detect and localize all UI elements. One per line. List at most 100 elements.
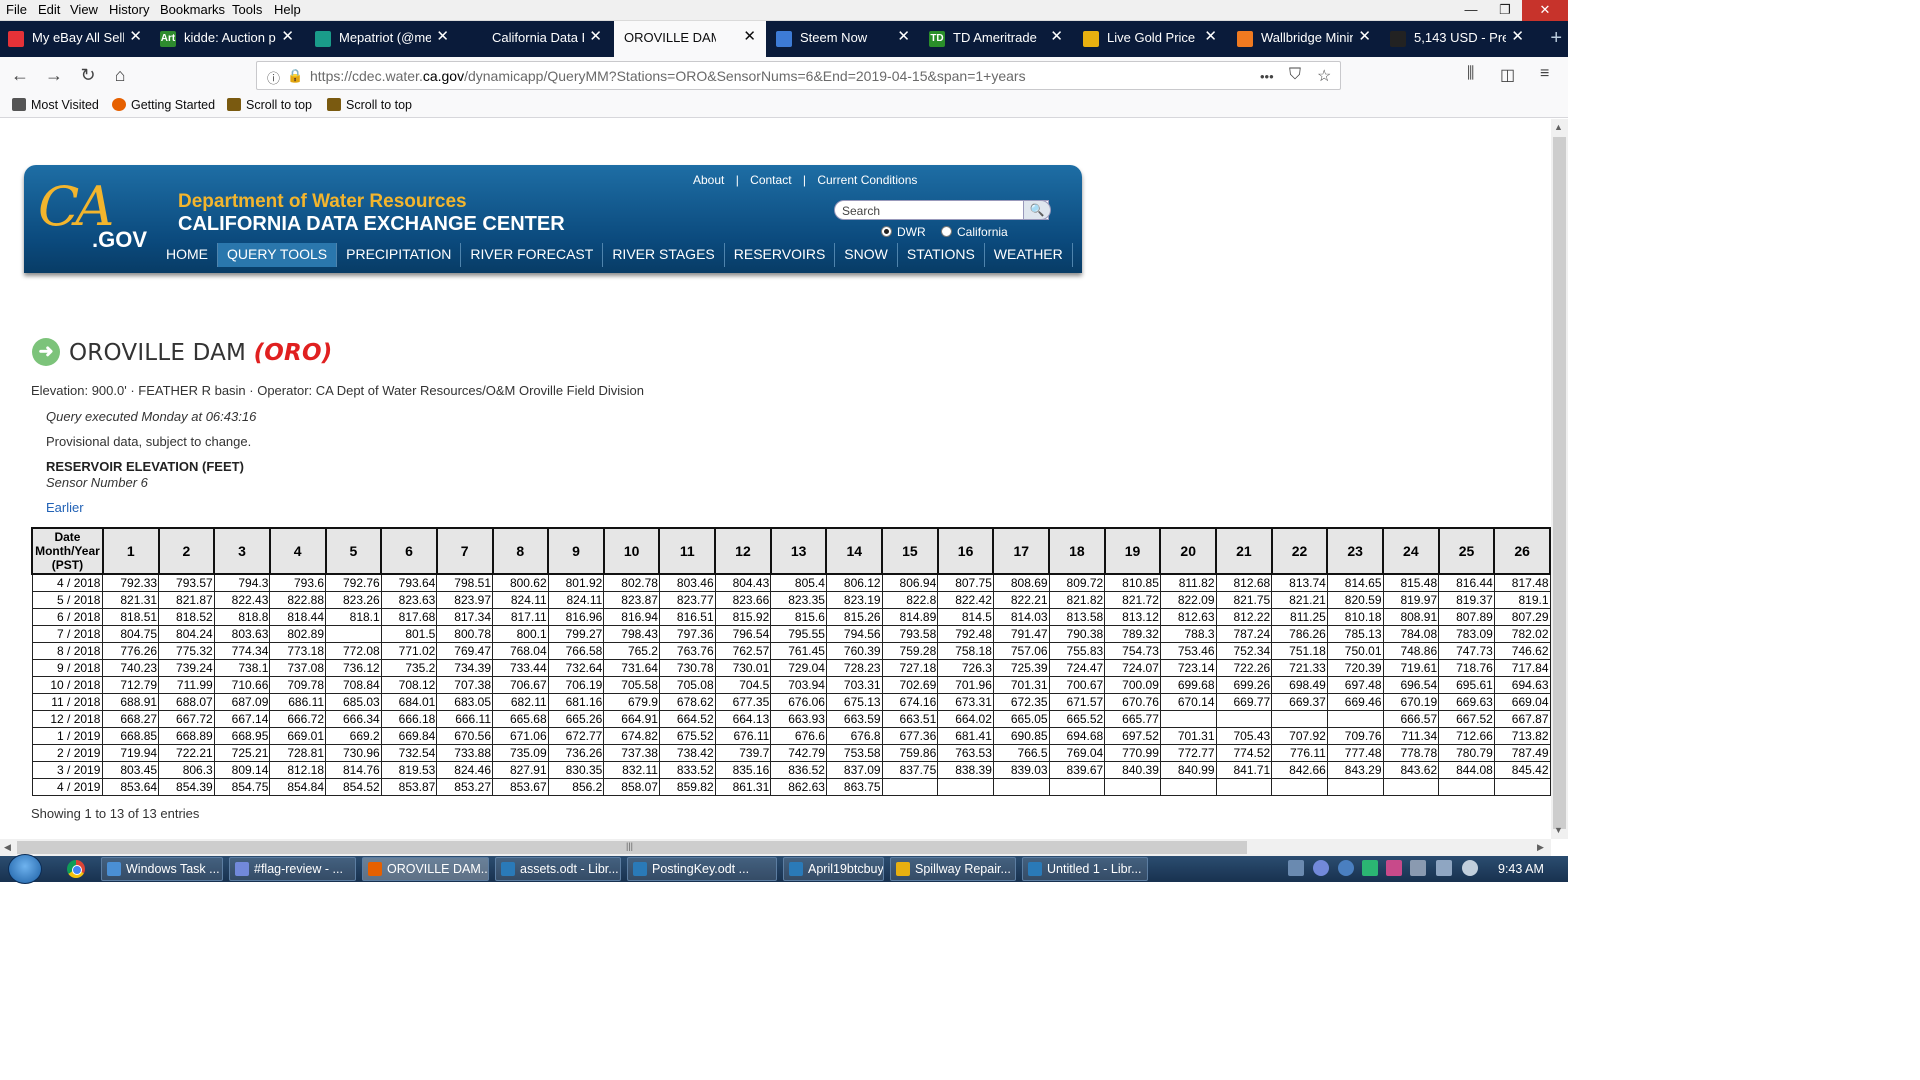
close-window-button[interactable]: ✕	[1522, 0, 1568, 21]
current-conditions-link[interactable]: Current Conditions	[817, 173, 917, 187]
day-column-header[interactable]: 4	[268, 527, 327, 575]
day-column-header[interactable]: 21	[1215, 527, 1273, 575]
nav-reservoirs[interactable]: RESERVOIRS	[725, 243, 836, 267]
tray-flag-icon[interactable]	[1410, 860, 1426, 876]
day-column-header[interactable]: 12	[714, 527, 772, 575]
nav-home[interactable]: HOME	[157, 243, 218, 267]
taskbar-app[interactable]: OROVILLE DAM...	[362, 857, 489, 881]
sidebar-icon[interactable]: ◫	[1500, 65, 1515, 85]
day-column-header[interactable]: 19	[1103, 527, 1162, 575]
radio-california[interactable]	[941, 226, 953, 237]
day-column-header[interactable]: 10	[602, 527, 661, 575]
menu-tools[interactable]: Tools	[232, 2, 262, 17]
bookmark-item[interactable]: Scroll to top	[327, 98, 412, 112]
forward-icon[interactable]: →	[40, 63, 68, 87]
home-icon[interactable]: ⌂	[106, 63, 134, 87]
tab-2[interactable]: Art kidde: Auction p ✕	[152, 21, 304, 56]
taskbar-app[interactable]: assets.odt - Libr...	[495, 857, 621, 881]
day-column-header[interactable]: 7	[435, 527, 494, 575]
day-column-header[interactable]: 20	[1159, 527, 1218, 575]
nav-river-forecast[interactable]: RIVER FORECAST	[461, 243, 604, 267]
tab-1[interactable]: My eBay All Selli ✕	[0, 21, 152, 56]
nav-query-tools[interactable]: QUERY TOOLS	[218, 243, 338, 267]
scroll-thumb[interactable]	[1553, 137, 1566, 829]
day-column-header[interactable]: 24	[1382, 527, 1440, 575]
discord-tray-icon[interactable]	[1313, 860, 1329, 876]
start-button[interactable]	[8, 854, 42, 884]
day-column-header[interactable]: 18	[1048, 527, 1106, 575]
nav-weather[interactable]: WEATHER	[985, 243, 1073, 267]
taskbar-app[interactable]: April19btcbuys...	[783, 857, 884, 881]
day-column-header[interactable]: 17	[992, 527, 1051, 575]
tab-9[interactable]: Wallbridge Minin ✕	[1229, 21, 1381, 56]
vertical-scrollbar[interactable]: ▲ ▼	[1551, 119, 1568, 839]
tray-shield-icon[interactable]	[1338, 860, 1354, 876]
earlier-link[interactable]: Earlier	[46, 500, 84, 515]
contact-link[interactable]: Contact	[750, 173, 791, 187]
scroll-up-icon[interactable]: ▲	[1554, 122, 1563, 132]
taskbar-app[interactable]: #flag-review - ...	[229, 857, 356, 881]
tab-4[interactable]: California Data Exch ✕	[460, 21, 612, 56]
close-tab-icon[interactable]: ✕	[436, 29, 449, 45]
tab-8[interactable]: Live Gold Price ✕	[1075, 21, 1227, 56]
tray-app-icon[interactable]	[1288, 860, 1304, 876]
clock[interactable]: 9:43 AM	[1498, 862, 1544, 876]
day-column-header[interactable]: 2	[157, 527, 216, 575]
scroll-left-icon[interactable]: ◀	[4, 842, 11, 853]
reload-icon[interactable]: ↻	[74, 63, 102, 87]
new-tab-button[interactable]: +	[1550, 27, 1562, 50]
close-tab-icon[interactable]: ✕	[1050, 29, 1063, 45]
close-tab-icon[interactable]: ✕	[897, 29, 910, 45]
menu-view[interactable]: View	[70, 2, 98, 17]
taskbar-app[interactable]: Spillway Repair...	[890, 857, 1016, 881]
minimize-button[interactable]: —	[1454, 0, 1488, 21]
nav-precipitation[interactable]: PRECIPITATION	[337, 243, 462, 267]
close-tab-icon[interactable]: ✕	[589, 29, 602, 45]
menu-history[interactable]: History	[109, 2, 149, 17]
day-column-header[interactable]: 3	[213, 527, 271, 575]
restore-button[interactable]: ❐	[1488, 0, 1522, 21]
close-tab-icon[interactable]: ✕	[129, 29, 142, 45]
day-column-header[interactable]: 25	[1437, 527, 1496, 575]
bookmark-item[interactable]: Getting Started	[112, 98, 215, 112]
info-icon[interactable]: ⓘ	[267, 68, 280, 87]
tab-7[interactable]: TD TD Ameritrade ✕	[921, 21, 1073, 56]
date-column-header[interactable]: Date Month/Year (PST)	[31, 527, 104, 575]
bookmark-star-icon[interactable]: ☆	[1317, 66, 1331, 86]
close-tab-icon[interactable]: ✕	[743, 29, 756, 45]
page-actions-icon[interactable]: •••	[1260, 69, 1274, 84]
taskbar-app[interactable]: Untitled 1 - Libr...	[1022, 857, 1148, 881]
day-column-header[interactable]: 26	[1493, 527, 1551, 575]
menu-file[interactable]: File	[6, 2, 27, 17]
horizontal-scrollbar[interactable]: ◀ ||| ▶	[0, 839, 1551, 856]
nav-stations[interactable]: STATIONS	[898, 243, 985, 267]
back-icon[interactable]: ←	[6, 63, 34, 87]
url-bar[interactable]: ⓘ 🔒 https://cdec.water.ca.gov/dynamicapp…	[256, 61, 1341, 90]
close-tab-icon[interactable]: ✕	[1204, 29, 1217, 45]
day-column-header[interactable]: 23	[1326, 527, 1384, 575]
close-tab-icon[interactable]: ✕	[1511, 29, 1524, 45]
tab-6[interactable]: Steem Now ✕	[768, 21, 920, 56]
day-column-header[interactable]: 6	[380, 527, 438, 575]
scroll-down-icon[interactable]: ▼	[1554, 825, 1563, 835]
radio-dwr[interactable]	[881, 226, 892, 237]
taskbar-app[interactable]: PostingKey.odt ...	[627, 857, 777, 881]
menu-icon[interactable]: ≡	[1540, 65, 1549, 83]
volume-icon[interactable]	[1462, 860, 1478, 876]
lock-icon[interactable]: 🔒	[287, 68, 303, 84]
tab-5[interactable]: OROVILLE DAM (ORO ✕	[614, 21, 766, 57]
scroll-right-icon[interactable]: ▶	[1537, 842, 1544, 853]
about-link[interactable]: About	[693, 173, 724, 187]
day-column-header[interactable]: 1	[101, 527, 160, 575]
tray-app-icon[interactable]	[1386, 860, 1402, 876]
day-column-header[interactable]: 15	[881, 527, 939, 575]
day-column-header[interactable]: 9	[547, 527, 605, 575]
nav-river-stages[interactable]: RIVER STAGES	[603, 243, 725, 267]
tab-3[interactable]: Mepatriot (@me ✕	[307, 21, 459, 56]
tab-10[interactable]: 5,143 USD - Pree ✕	[1382, 21, 1534, 56]
close-tab-icon[interactable]: ✕	[281, 29, 294, 45]
menu-bookmarks[interactable]: Bookmarks	[160, 2, 225, 17]
day-column-header[interactable]: 22	[1270, 527, 1329, 575]
day-column-header[interactable]: 14	[825, 527, 884, 575]
day-column-header[interactable]: 13	[769, 527, 828, 575]
